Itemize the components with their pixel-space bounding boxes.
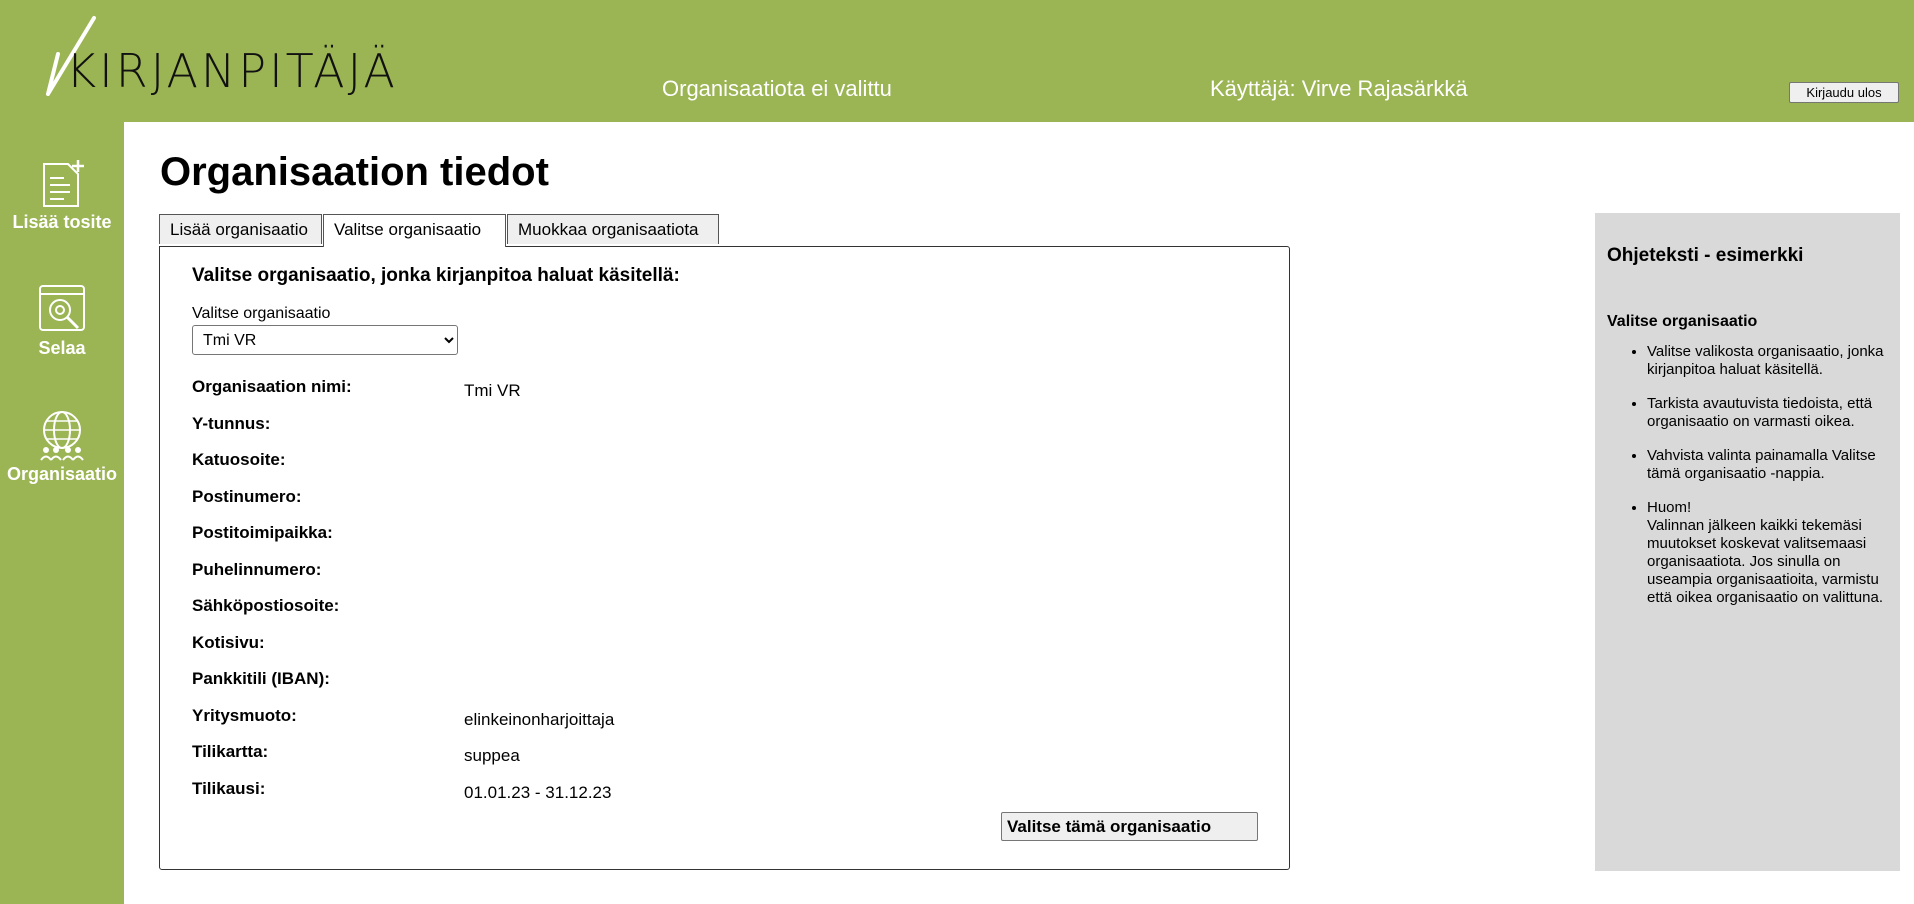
document-plus-icon: [43, 160, 84, 207]
field-value-chart-of-accounts: suppea: [464, 746, 520, 765]
field-label-name: Organisaation nimi:: [192, 377, 352, 396]
page-title: Organisaation tiedot: [160, 150, 549, 194]
select-this-organisation-button[interactable]: Valitse tämä organisaatio: [1001, 812, 1258, 841]
tab-add-organisation[interactable]: Lisää organisaatio: [159, 214, 322, 244]
field-value-fiscal-period: 01.01.23 - 31.12.23: [464, 783, 612, 802]
field-value-name: Tmi VR: [464, 381, 521, 400]
tab-select-organisation[interactable]: Valitse organisaatio: [323, 214, 506, 247]
browse-search-icon: [39, 285, 85, 331]
help-panel: Ohjeteksti - esimerkki Valitse organisaa…: [1595, 213, 1900, 871]
sidebar-item-add-voucher[interactable]: Lisää tosite: [0, 156, 124, 233]
logout-button[interactable]: Kirjaudu ulos: [1789, 82, 1899, 103]
sidebar-item-browse[interactable]: Selaa: [0, 282, 124, 359]
sidebar-item-label: Lisää tosite: [12, 212, 112, 232]
organisation-globe-icon: [40, 411, 84, 461]
field-label-phone: Puhelinnumero:: [192, 560, 322, 579]
help-note-text: Valinnan jälkeen kaikki tekemäsi muutoks…: [1647, 517, 1883, 606]
field-label-city: Postitoimipaikka:: [192, 523, 333, 542]
field-label-homepage: Kotisivu:: [192, 633, 265, 652]
logo-text: KIRJANPITÄJÄ: [66, 44, 398, 98]
help-subtitle: Valitse organisaatio: [1607, 313, 1758, 330]
help-list: Valitse valikosta organisaatio, jonka ki…: [1607, 343, 1888, 607]
organisation-select[interactable]: Tmi VR: [192, 325, 458, 355]
field-label-street: Katuosoite:: [192, 450, 286, 469]
tab-edit-organisation[interactable]: Muokkaa organisaatiota: [507, 214, 719, 244]
field-label-company-form: Yritysmuoto:: [192, 706, 297, 725]
help-note-title: Huom!: [1647, 499, 1692, 516]
selected-organisation-status: Organisaatiota ei valittu: [662, 76, 892, 101]
field-label-chart-of-accounts: Tilikartta:: [192, 742, 269, 761]
current-user-label: Käyttäjä: Virve Rajasärkkä: [1210, 76, 1468, 101]
organisation-select-label: Valitse organisaatio: [192, 305, 331, 322]
field-label-email: Sähköpostiosoite:: [192, 596, 340, 615]
field-label-fiscal-period: Tilikausi:: [192, 779, 266, 798]
select-organisation-panel: Valitse organisaatio, jonka kirjanpitoa …: [159, 246, 1290, 870]
sidebar-item-label: Selaa: [38, 338, 86, 358]
field-label-iban: Pankkitili (IBAN):: [192, 669, 330, 688]
help-list-item: Valitse valikosta organisaatio, jonka ki…: [1647, 343, 1888, 379]
field-value-company-form: elinkeinonharjoittaja: [464, 710, 615, 729]
top-header: KIRJANPITÄJÄ Organisaatiota ei valittu K…: [0, 0, 1914, 122]
help-list-item: Vahvista valinta painamalla Valitse tämä…: [1647, 447, 1888, 483]
sidebar: Lisää tosite Selaa Organisaatio: [0, 122, 124, 904]
sidebar-item-label: Organisaatio: [6, 464, 118, 484]
help-title: Ohjeteksti - esimerkki: [1607, 245, 1804, 266]
panel-heading: Valitse organisaatio, jonka kirjanpitoa …: [192, 265, 680, 286]
field-label-postal-code: Postinumero:: [192, 487, 302, 506]
help-list-item: Tarkista avautuvista tiedoista, että org…: [1647, 395, 1888, 431]
app-logo[interactable]: KIRJANPITÄJÄ: [42, 14, 402, 104]
field-label-business-id: Y-tunnus:: [192, 414, 271, 433]
sidebar-item-organisation[interactable]: Organisaatio: [0, 408, 124, 485]
help-list-item: Huom! Valinnan jälkeen kaikki tekemäsi m…: [1647, 499, 1888, 607]
